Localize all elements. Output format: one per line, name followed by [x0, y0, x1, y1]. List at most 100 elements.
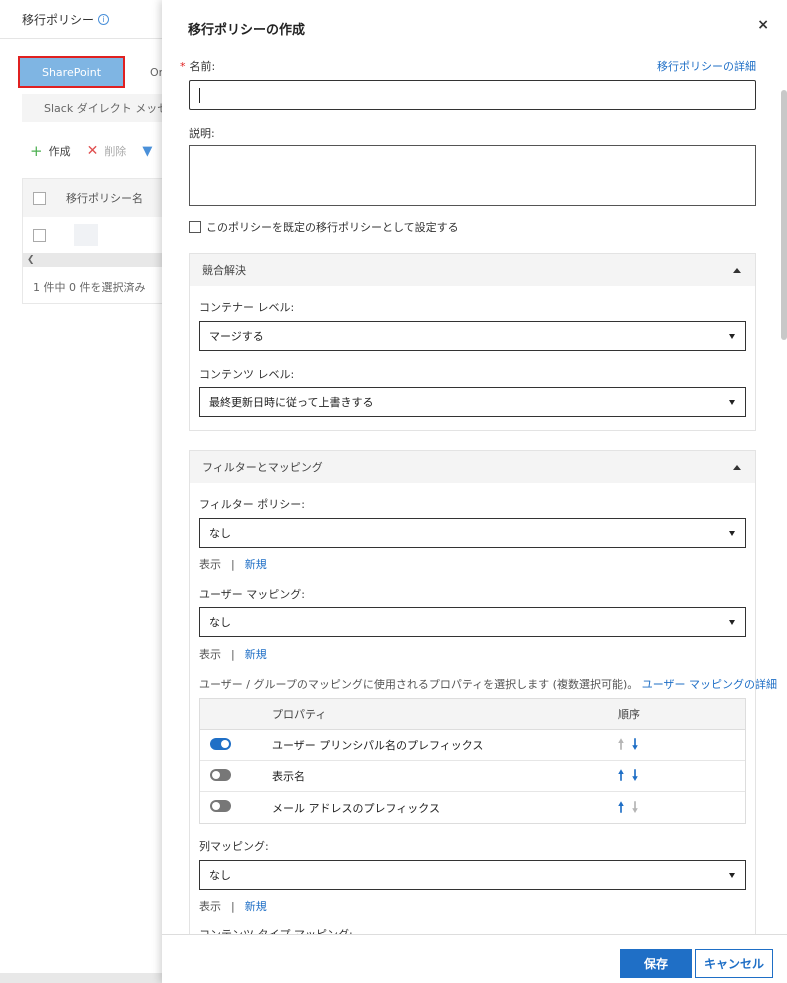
close-icon[interactable]: ×	[757, 17, 769, 33]
filters-mapping-header[interactable]: フィルターとマッピング	[190, 451, 755, 483]
arrow-up-icon: 🠕	[618, 737, 625, 753]
conflict-resolution-header[interactable]: 競合解決	[190, 254, 755, 286]
arrow-up-icon[interactable]: 🠕	[618, 769, 624, 783]
container-level-value: マージする	[209, 330, 264, 343]
separator: |	[231, 647, 235, 661]
user-mapping-select[interactable]: なし	[199, 607, 746, 637]
default-policy-checkbox[interactable]	[189, 221, 201, 233]
separator: |	[231, 899, 235, 913]
table-row: ユーザー プリンシパル名のプレフィックス 🠕 🠗	[200, 730, 745, 761]
divider	[0, 38, 170, 39]
display-name-toggle[interactable]	[210, 768, 231, 781]
tab-sharepoint[interactable]: SharePoint	[18, 56, 125, 88]
separator: |	[231, 557, 235, 571]
cancel-button[interactable]: キャンセル	[695, 949, 773, 978]
panel-footer: 保存 キャンセル	[162, 934, 787, 983]
filter-icon[interactable]: ▼	[142, 144, 152, 159]
description-field[interactable]	[189, 145, 756, 206]
chevron-left-icon[interactable]: ❮	[27, 255, 35, 265]
row-checkbox[interactable]	[33, 228, 46, 242]
column-mapping-select[interactable]: なし	[199, 860, 746, 890]
dropdown-arrow-icon	[729, 399, 735, 405]
name-label-row: * 名前:	[180, 58, 215, 74]
default-policy-label[interactable]: このポリシーを既定の移行ポリシーとして設定する	[206, 219, 459, 235]
arrow-down-icon[interactable]: 🠗	[632, 769, 638, 783]
text-caret	[199, 88, 200, 103]
column-mapping-label: 列マッピング:	[199, 840, 269, 853]
property-table-header: プロパティ 順序	[200, 699, 745, 730]
conflict-resolution-title: 競合解決	[202, 264, 246, 277]
filters-mapping-title: フィルターとマッピング	[202, 461, 323, 474]
order-cell: 🠕 🠗	[618, 799, 738, 816]
toggle-cell	[200, 800, 272, 815]
column-header-policy-name[interactable]: 移行ポリシー名	[66, 190, 143, 206]
arrow-down-icon: 🠗	[632, 799, 639, 816]
filter-policy-label: フィルター ポリシー:	[199, 498, 305, 511]
content-level-select[interactable]: 最終更新日時に従って上書きする	[199, 387, 746, 417]
name-label: 名前:	[189, 60, 216, 73]
toggle-cell	[200, 737, 272, 753]
delete-button[interactable]: 削除	[104, 143, 126, 159]
create-button[interactable]: 作成	[49, 143, 71, 159]
user-mapping-actions: 表示 | 新規	[199, 646, 267, 662]
column-mapping-value: なし	[209, 869, 231, 882]
create-policy-panel: 移行ポリシーの作成 × * 名前: 移行ポリシーの詳細 説明: このポリシーを既定…	[162, 0, 787, 983]
container-level-label: コンテナー レベル:	[199, 301, 295, 314]
arrow-up-icon[interactable]: 🠕	[618, 801, 624, 815]
dropdown-arrow-icon	[729, 872, 735, 878]
property-name: ユーザー プリンシパル名のプレフィックス	[272, 739, 484, 752]
column-mapping-show-link[interactable]: 表示	[199, 898, 221, 914]
toolbar: + 作成 ✕ 削除 ▼	[30, 143, 152, 159]
order-cell: 🠕 🠗	[618, 769, 738, 783]
filter-policy-actions: 表示 | 新規	[199, 556, 267, 572]
delete-icon: ✕	[86, 142, 99, 159]
container-level-select[interactable]: マージする	[199, 321, 746, 351]
filter-policy-select[interactable]: なし	[199, 518, 746, 548]
policy-details-link[interactable]: 移行ポリシーの詳細	[657, 58, 756, 74]
property-hint-text: ユーザー / グループのマッピングに使用されるプロパティを選択します (複数選択…	[199, 678, 639, 691]
column-mapping-new-link[interactable]: 新規	[245, 898, 267, 914]
toggle-cell	[200, 768, 272, 784]
content-type-mapping-label: コンテンツ タイプ マッピング:	[199, 926, 353, 934]
collapse-icon[interactable]	[733, 267, 741, 273]
email-prefix-toggle[interactable]	[210, 800, 231, 812]
dropdown-arrow-icon	[729, 530, 735, 536]
table-header: 移行ポリシー名	[23, 179, 169, 217]
order-column-header: 順序	[618, 708, 640, 721]
table-row: 表示名 🠕 🠗	[200, 761, 745, 792]
user-mapping-show-link[interactable]: 表示	[199, 646, 221, 662]
order-cell: 🠕 🠗	[618, 737, 738, 753]
page-horizontal-scrollbar[interactable]	[0, 973, 170, 983]
collapse-icon[interactable]	[733, 464, 741, 470]
property-table: プロパティ 順序 ユーザー プリンシパル名のプレフィックス 🠕 🠗 表示名 🠕 …	[199, 698, 746, 824]
table-row: メール アドレスのプレフィックス 🠕 🠗	[200, 792, 745, 823]
name-field[interactable]	[189, 80, 756, 110]
info-icon[interactable]: i	[98, 14, 110, 25]
page-title-text: 移行ポリシー	[22, 13, 95, 27]
arrow-down-icon[interactable]: 🠗	[632, 738, 638, 752]
user-mapping-value: なし	[209, 616, 231, 629]
dropdown-arrow-icon	[729, 333, 735, 339]
property-column-header: プロパティ	[272, 708, 327, 721]
upn-prefix-toggle[interactable]	[210, 737, 231, 750]
property-name: 表示名	[272, 770, 305, 783]
required-marker: *	[180, 60, 186, 73]
selection-count: 1 件中 0 件を選択済み	[33, 281, 146, 294]
user-mapping-label: ユーザー マッピング:	[199, 588, 305, 601]
filter-policy-value: なし	[209, 527, 231, 540]
table-row	[23, 217, 169, 253]
tab-slack-direct-messages[interactable]: Slack ダイレクト メッセージ	[22, 94, 170, 122]
save-button[interactable]: 保存	[620, 949, 692, 978]
panel-header: 移行ポリシーの作成 ×	[162, 0, 787, 52]
policy-table: 移行ポリシー名 ❮ 1 件中 0 件を選択済み	[22, 178, 170, 304]
panel-scrollbar[interactable]	[781, 90, 787, 340]
user-mapping-new-link[interactable]: 新規	[245, 646, 267, 662]
row-placeholder	[74, 224, 98, 246]
table-horizontal-scrollbar[interactable]: ❮	[23, 253, 169, 267]
user-mapping-details-link[interactable]: ユーザー マッピングの詳細	[642, 678, 777, 691]
filter-policy-show-link[interactable]: 表示	[199, 556, 221, 572]
filter-policy-new-link[interactable]: 新規	[245, 556, 267, 572]
default-policy-row: このポリシーを既定の移行ポリシーとして設定する	[189, 219, 459, 235]
description-label: 説明:	[189, 127, 215, 140]
select-all-checkbox[interactable]	[33, 191, 46, 205]
